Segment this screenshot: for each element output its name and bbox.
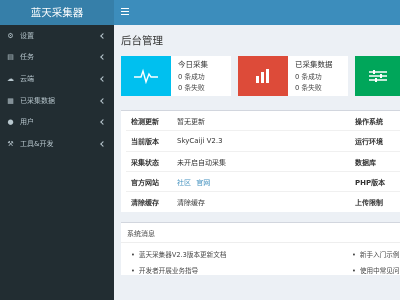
news-item[interactable]: 蓝天采集器V2.3版本更新文档 bbox=[131, 249, 227, 259]
chevron-left-icon bbox=[100, 54, 106, 61]
box-title: 已采集数据 bbox=[295, 60, 333, 69]
info-key-right: 运行环境 bbox=[355, 138, 383, 147]
table-row: 当前版本 SkyCaiji V2.3 运行环境 bbox=[121, 131, 400, 152]
bar-chart-icon bbox=[238, 56, 288, 96]
sidebar-item-collected-data[interactable]: ▦ 已采集数据 bbox=[0, 90, 114, 112]
tools-icon: ⚒ bbox=[7, 139, 14, 148]
community-link[interactable]: 社区 bbox=[177, 179, 191, 187]
box-title: 今日采集 bbox=[178, 60, 208, 69]
table-row: 清除缓存 清除缓存 上传限制 bbox=[121, 192, 400, 212]
info-value: 社区 官网 bbox=[177, 178, 210, 188]
chevron-left-icon bbox=[100, 140, 106, 147]
main-content: 后台管理 今日采集 0 条成功 0 条失败 已采集数据 0 条成功 0 条失败 检测更新… bbox=[114, 25, 400, 300]
info-key: 检测更新 bbox=[131, 118, 159, 126]
sidebar-item-cloud[interactable]: ☁ 云端 bbox=[0, 68, 114, 90]
system-news-panel: 系统消息 蓝天采集器V2.3版本更新文档 新手入门示例 开发者开展业务指导 使用… bbox=[121, 222, 400, 275]
news-item[interactable]: 新手入门示例 bbox=[352, 249, 400, 259]
top-navbar bbox=[114, 0, 400, 25]
settings-box bbox=[355, 56, 400, 96]
chevron-left-icon bbox=[100, 32, 106, 39]
sidebar-item-label: 用户 bbox=[20, 118, 34, 127]
chevron-left-icon bbox=[100, 119, 106, 126]
box-fail-line: 0 条失败 bbox=[178, 84, 205, 92]
sliders-icon bbox=[355, 56, 400, 96]
official-site-link[interactable]: 官网 bbox=[196, 179, 210, 187]
table-row: 检测更新 暂无更新 操作系统 bbox=[121, 111, 400, 132]
info-key-right: 操作系统 bbox=[355, 118, 383, 126]
sidebar-item-users[interactable]: ● 用户 bbox=[0, 111, 114, 133]
sidebar-item-label: 工具&开发 bbox=[20, 139, 54, 148]
page-title: 后台管理 bbox=[121, 35, 163, 47]
table-row: 官方网站 社区 官网 PHP版本 bbox=[121, 172, 400, 193]
info-key: 官方网站 bbox=[131, 178, 159, 187]
user-icon: ● bbox=[7, 118, 14, 127]
app-logo[interactable]: 蓝天采集器 bbox=[0, 0, 114, 25]
cloud-icon: ☁ bbox=[7, 74, 14, 83]
box-success-line: 0 条成功 bbox=[295, 73, 322, 81]
clear-cache-link[interactable]: 清除缓存 bbox=[177, 198, 205, 208]
info-value: SkyCaiji V2.3 bbox=[177, 137, 223, 146]
today-collect-box: 今日采集 0 条成功 0 条失败 bbox=[121, 56, 231, 96]
sidebar-item-label: 任务 bbox=[20, 53, 34, 62]
auto-collect-link[interactable]: 未开启自动采集 bbox=[177, 158, 226, 168]
sidebar-toggle-icon[interactable] bbox=[121, 8, 129, 16]
box-fail-line: 0 条失败 bbox=[295, 84, 322, 92]
tasks-icon: ▤ bbox=[7, 53, 14, 62]
news-title: 系统消息 bbox=[127, 230, 155, 238]
info-key: 清除缓存 bbox=[131, 199, 159, 208]
info-key: 采集状态 bbox=[131, 158, 159, 167]
table-row: 采集状态 未开启自动采集 数据库 bbox=[121, 152, 400, 172]
info-key-right: PHP版本 bbox=[355, 178, 386, 187]
collected-data-box: 已采集数据 0 条成功 0 条失败 bbox=[238, 56, 348, 96]
gear-icon: ⚙ bbox=[7, 31, 14, 40]
sidebar-item-label: 云端 bbox=[20, 74, 34, 83]
news-item[interactable]: 开发者开展业务指导 bbox=[131, 265, 198, 275]
sidebar: ⚙ 设置 ▤ 任务 ☁ 云端 ▦ 已采集数据 ● 用户 ⚒ 工具&开发 bbox=[0, 25, 114, 300]
chevron-left-icon bbox=[100, 97, 106, 104]
sidebar-item-tasks[interactable]: ▤ 任务 bbox=[0, 47, 114, 69]
info-key-right: 上传限制 bbox=[355, 199, 383, 208]
database-icon: ▦ bbox=[7, 96, 14, 105]
sidebar-item-label: 已采集数据 bbox=[20, 96, 55, 105]
box-success-line: 0 条成功 bbox=[178, 73, 205, 81]
sidebar-item-tools[interactable]: ⚒ 工具&开发 bbox=[0, 133, 114, 155]
sidebar-item-label: 设置 bbox=[20, 31, 34, 40]
system-info-table: 检测更新 暂无更新 操作系统 当前版本 SkyCaiji V2.3 运行环境 采… bbox=[121, 110, 400, 212]
sidebar-item-settings[interactable]: ⚙ 设置 bbox=[0, 25, 114, 47]
info-key-right: 数据库 bbox=[355, 158, 376, 167]
news-item[interactable]: 使用中常见问 bbox=[352, 265, 400, 275]
chevron-left-icon bbox=[100, 76, 106, 82]
info-key: 当前版本 bbox=[131, 138, 159, 147]
info-value: 暂无更新 bbox=[177, 118, 205, 126]
pulse-icon bbox=[121, 56, 171, 96]
